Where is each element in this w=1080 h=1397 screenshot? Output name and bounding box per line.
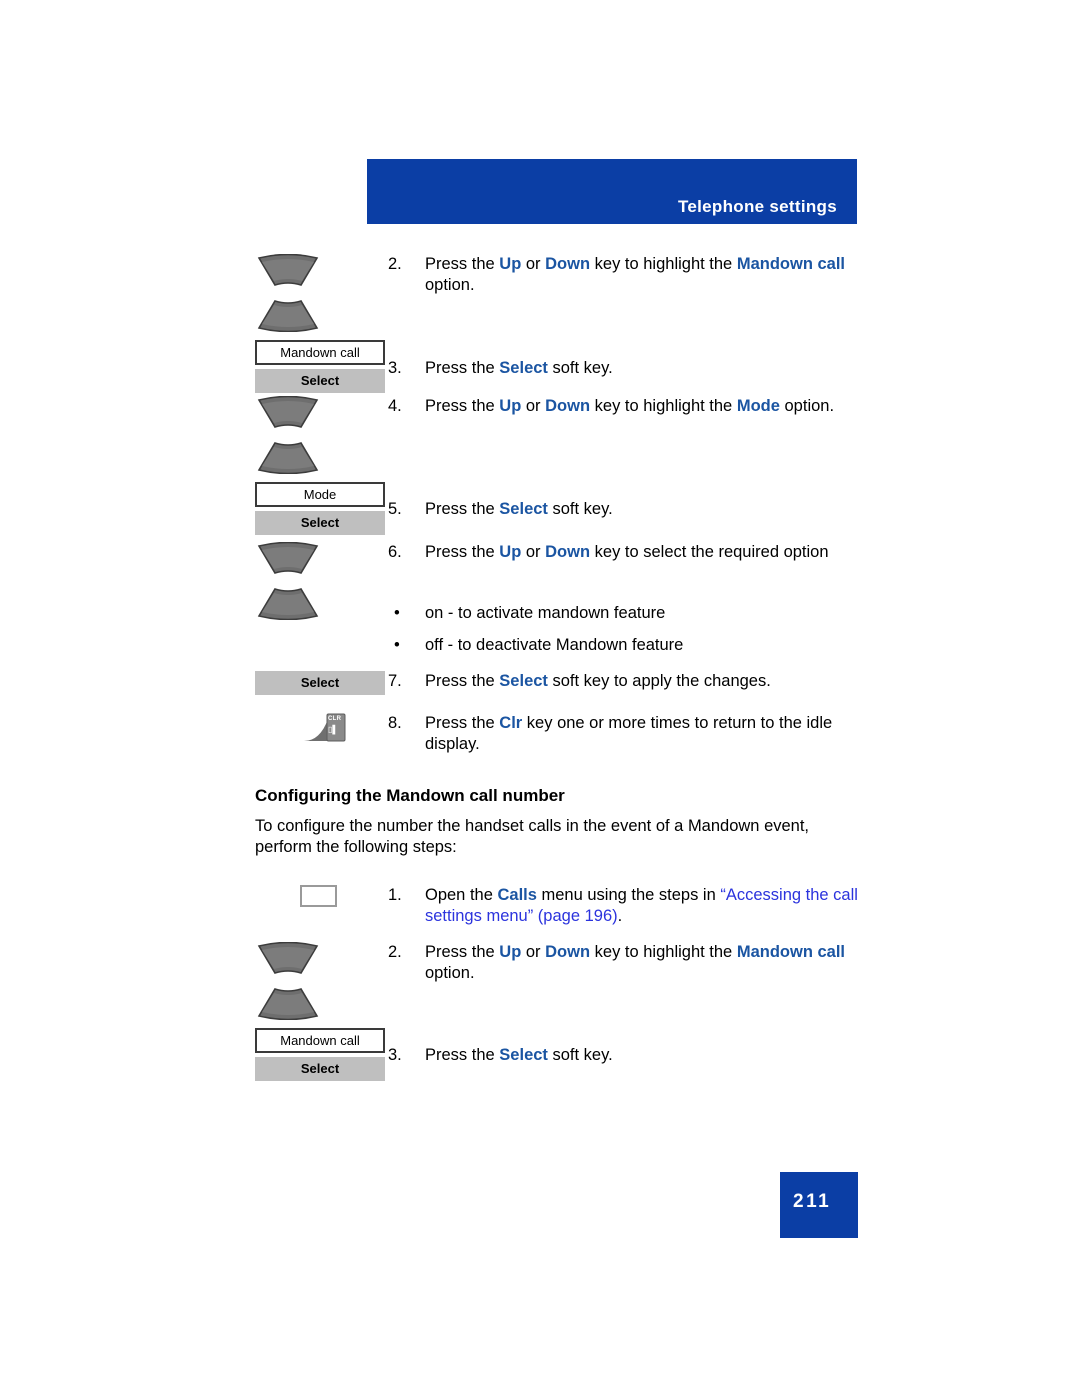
- backspace-glyph-icon: ▯▌: [328, 725, 339, 734]
- step-number: 1.: [388, 886, 402, 904]
- nav-up-key-icon[interactable]: [255, 254, 321, 288]
- step-number: 5.: [388, 500, 402, 518]
- step-icon-column: Mode Select: [255, 396, 390, 535]
- step-text-column: 3. Press the Select soft key.: [388, 358, 858, 379]
- nav-down-key-icon[interactable]: [255, 586, 321, 620]
- clr-key-label: CLR: [328, 716, 342, 722]
- keyword-select: Select: [499, 359, 548, 377]
- nav-down-key-icon[interactable]: [255, 986, 321, 1020]
- step-text-column: 7. Press the Select soft key to apply th…: [388, 671, 858, 692]
- step-icon-column: Mandown call Select: [255, 942, 390, 1081]
- step-number: 3.: [388, 359, 402, 377]
- display-line-label: Mandown call: [280, 345, 360, 360]
- bullet-text: off - to deactivate Mandown feature: [425, 636, 684, 654]
- keyword-down: Down: [545, 255, 591, 273]
- bullet-text: on - to activate mandown feature: [425, 604, 666, 622]
- nav-up-key-icon[interactable]: [255, 542, 321, 576]
- step-text-column: 2. Press the Up or Down key to highlight…: [388, 254, 858, 296]
- page-number: 211: [793, 1191, 832, 1212]
- bullet-marker: •: [394, 604, 400, 622]
- step-text: Press the Up or Down key to highlight th…: [425, 397, 835, 415]
- step-text: Press the Select soft key to apply the c…: [425, 672, 771, 690]
- step-text-column: 8. Press the Clr key one or more times t…: [388, 713, 858, 755]
- keyword-clr: Clr: [499, 714, 523, 732]
- step-text-column: 6. Press the Up or Down key to select th…: [388, 542, 858, 563]
- keyword-down: Down: [545, 943, 591, 961]
- section-paragraph: To configure the number the handset call…: [255, 817, 810, 856]
- step-icon-column: [255, 542, 390, 620]
- nav-down-key-icon[interactable]: [255, 298, 321, 332]
- page-header-banner: Telephone settings: [367, 159, 857, 224]
- display-line-label: Mode: [303, 487, 337, 502]
- clr-key-icon[interactable]: CLR ▯▌: [302, 713, 350, 743]
- step-text: Press the Up or Down key to highlight th…: [425, 255, 846, 294]
- step-text: Press the Select soft key.: [425, 1046, 613, 1064]
- select-soft-key[interactable]: Select: [255, 1057, 385, 1081]
- keyword-select: Select: [499, 672, 548, 690]
- step-number: 3.: [388, 1046, 402, 1064]
- keyword-mandown-call: Mandown call: [736, 255, 846, 273]
- step-text-column: 4. Press the Up or Down key to highlight…: [388, 396, 858, 417]
- keyword-up: Up: [499, 943, 522, 961]
- blank-key-icon[interactable]: [300, 885, 337, 907]
- select-soft-key[interactable]: Select: [255, 671, 385, 695]
- nav-up-key-icon[interactable]: [255, 942, 321, 976]
- nav-up-down-key-icon[interactable]: [255, 396, 321, 474]
- soft-key-label: Select: [300, 675, 340, 690]
- step-number: 4.: [388, 397, 402, 415]
- nav-up-down-key-icon[interactable]: [255, 942, 321, 1020]
- keyword-up: Up: [499, 543, 522, 561]
- keyword-select: Select: [499, 500, 548, 518]
- soft-key-label: Select: [300, 373, 340, 388]
- nav-up-down-key-icon[interactable]: [255, 542, 321, 620]
- step-number: 8.: [388, 714, 402, 732]
- step-icon-column: Mandown call Select: [255, 254, 390, 393]
- keyword-down: Down: [545, 397, 591, 415]
- keyword-up: Up: [499, 255, 522, 273]
- step-text-column: 3. Press the Select soft key.: [388, 1045, 858, 1066]
- step-text-column: 5. Press the Select soft key.: [388, 499, 858, 520]
- step-text: Open the Calls menu using the steps in “…: [425, 886, 858, 925]
- section-heading: Configuring the Mandown call number: [255, 786, 565, 805]
- display-line-label: Mandown call: [280, 1033, 360, 1048]
- select-soft-key[interactable]: Select: [255, 511, 385, 535]
- keyword-calls: Calls: [497, 886, 537, 904]
- step-number: 6.: [388, 543, 402, 561]
- keyword-select: Select: [499, 1046, 548, 1064]
- step-text: Press the Up or Down key to select the r…: [425, 543, 829, 561]
- step-icon-column: Select: [255, 671, 390, 695]
- soft-key-label: Select: [300, 1061, 340, 1076]
- display-line-box: Mode: [255, 482, 385, 507]
- header-title: Telephone settings: [677, 197, 837, 216]
- keyword-down: Down: [545, 543, 591, 561]
- nav-up-down-key-icon[interactable]: [255, 254, 321, 332]
- step-text: Press the Select soft key.: [425, 359, 613, 377]
- page-number-box: 211: [780, 1172, 858, 1238]
- display-line-box: Mandown call: [255, 340, 385, 365]
- bullet-row: • off - to deactivate Mandown feature: [388, 635, 858, 656]
- nav-up-key-icon[interactable]: [255, 396, 321, 430]
- step-number: 2.: [388, 255, 402, 273]
- step-number: 2.: [388, 943, 402, 961]
- nav-down-key-icon[interactable]: [255, 440, 321, 474]
- display-line-box: Mandown call: [255, 1028, 385, 1053]
- keyword-up: Up: [499, 397, 522, 415]
- keyword-mandown-call: Mandown call: [736, 943, 846, 961]
- step-text: Press the Clr key one or more times to r…: [425, 714, 833, 753]
- cross-reference-link[interactable]: “Accessing the call settings menu” (page…: [425, 886, 858, 925]
- soft-key-label: Select: [300, 515, 340, 530]
- bullet-marker: •: [394, 636, 400, 654]
- step-text: Press the Up or Down key to highlight th…: [425, 943, 846, 982]
- keyword-mode: Mode: [736, 397, 780, 415]
- step-number: 7.: [388, 672, 402, 690]
- select-soft-key[interactable]: Select: [255, 369, 385, 393]
- bullet-row: • on - to activate mandown feature: [388, 603, 858, 624]
- step-text: Press the Select soft key.: [425, 500, 613, 518]
- step-text-column: 2. Press the Up or Down key to highlight…: [388, 942, 858, 984]
- step-text-column: 1. Open the Calls menu using the steps i…: [388, 885, 858, 927]
